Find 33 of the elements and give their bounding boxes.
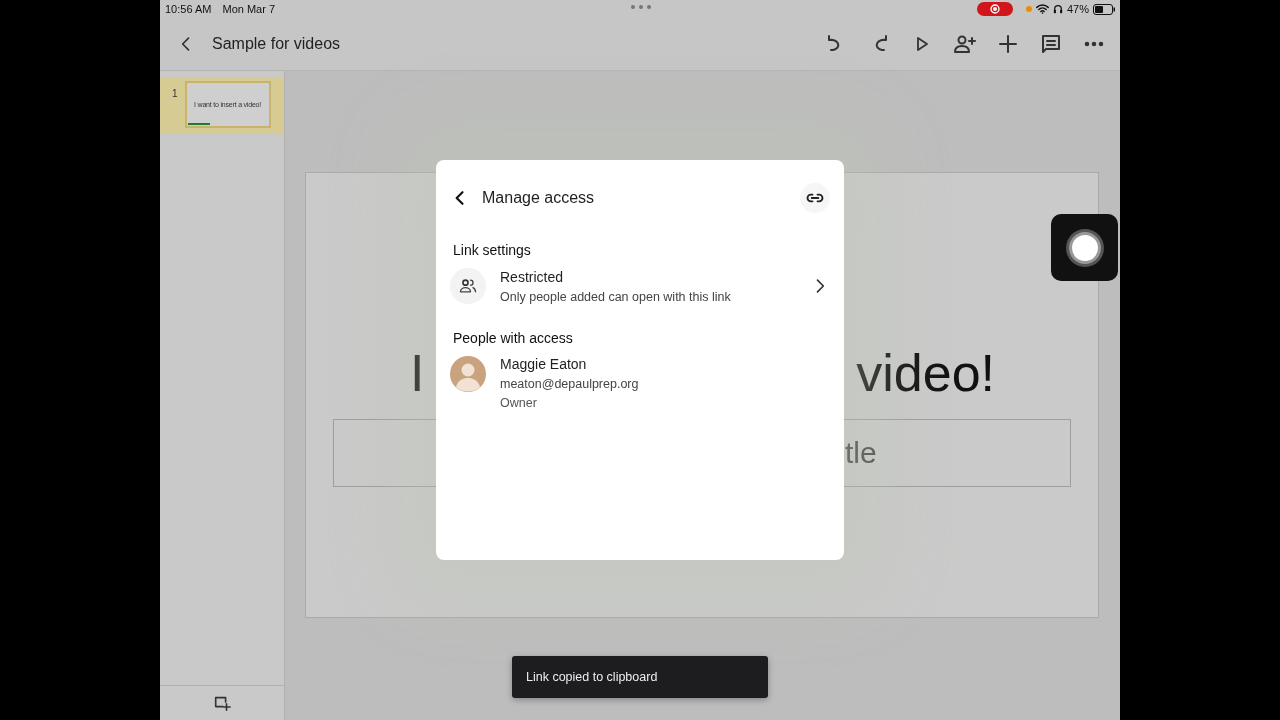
access-level: Restricted bbox=[500, 268, 565, 285]
member-name: Maggie Eaton bbox=[500, 356, 588, 372]
multitasking-dots-icon[interactable] bbox=[630, 4, 652, 10]
comment-icon[interactable] bbox=[1039, 32, 1063, 56]
battery-percent: 47% bbox=[1066, 3, 1089, 15]
plus-icon[interactable] bbox=[996, 32, 1020, 56]
copy-link-button[interactable] bbox=[800, 183, 830, 213]
people-icon bbox=[458, 276, 478, 296]
wifi-icon bbox=[1035, 4, 1049, 14]
link-setting-row[interactable]: Restricted Only people added can open with this link bbox=[450, 268, 830, 304]
status-date: Mon Mar 7 bbox=[222, 3, 276, 15]
privacy-indicator-icon bbox=[1025, 6, 1032, 12]
section-heading: People with access bbox=[453, 330, 574, 346]
slide-title: video! bbox=[856, 343, 995, 403]
status-time: 10:56 AM bbox=[165, 3, 212, 15]
subtitle-text: tle bbox=[845, 436, 877, 470]
avatar-icon bbox=[450, 356, 486, 392]
dialog-title: Manage access bbox=[482, 189, 596, 207]
section-heading: Link settings bbox=[453, 242, 532, 258]
document-title: Sample for videos bbox=[212, 35, 342, 53]
toast-message: Link copied to clipboard bbox=[526, 670, 658, 684]
slide-number: 1 bbox=[172, 88, 178, 99]
battery-icon bbox=[1093, 3, 1115, 15]
assistive-touch-icon bbox=[1064, 227, 1105, 268]
new-slide-icon[interactable] bbox=[213, 694, 231, 712]
recording-indicator bbox=[976, 2, 1013, 16]
slide-title: I bbox=[410, 343, 425, 403]
member-role: Owner bbox=[500, 396, 538, 410]
member-email: meaton@depaulprep.org bbox=[500, 377, 639, 391]
headphones-icon bbox=[1052, 4, 1063, 14]
access-description: Only people added can open with this link bbox=[500, 289, 732, 304]
thumbnail-underline bbox=[187, 123, 210, 125]
assistive-touch-button[interactable] bbox=[1051, 214, 1118, 281]
